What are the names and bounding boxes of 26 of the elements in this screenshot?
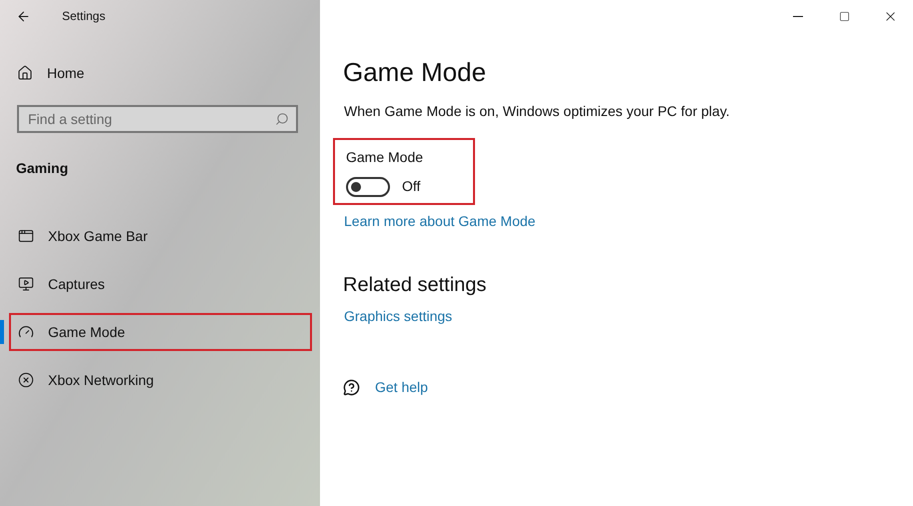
toggle-label: Game Mode — [346, 148, 424, 167]
help-link[interactable]: Get help — [375, 377, 428, 398]
section-heading: Gaming — [16, 159, 68, 178]
section-heading: Related settings — [343, 273, 486, 298]
nav-icon — [18, 324, 34, 340]
search-icon — [275, 112, 289, 126]
settings-link[interactable]: Graphics settings — [344, 306, 452, 327]
learn-more-link[interactable]: Learn more about Game Mode — [344, 211, 536, 232]
help-icon — [343, 379, 360, 396]
search-field[interactable]: Find a setting — [17, 105, 298, 133]
toggle-state: Off — [402, 177, 420, 196]
home-icon — [17, 65, 33, 81]
nav-icon — [18, 228, 34, 244]
home-item[interactable]: Home — [0, 57, 320, 89]
nav-item[interactable]: Game Mode — [9, 313, 312, 351]
back-icon[interactable] — [16, 8, 31, 24]
nav-icon — [18, 372, 34, 388]
page-title: Game Mode — [343, 56, 486, 89]
toggle-switch[interactable] — [346, 176, 390, 196]
nav-icon — [18, 276, 34, 292]
description: When Game Mode is on, Windows optimizes your PC for play. — [344, 102, 730, 121]
nav-item[interactable]: Captures — [9, 265, 312, 303]
nav-item[interactable]: Xbox Networking — [9, 361, 312, 399]
nav-item[interactable]: Xbox Game Bar — [9, 217, 312, 255]
window-title: Settings — [62, 8, 106, 25]
maximize-icon — [838, 10, 850, 22]
